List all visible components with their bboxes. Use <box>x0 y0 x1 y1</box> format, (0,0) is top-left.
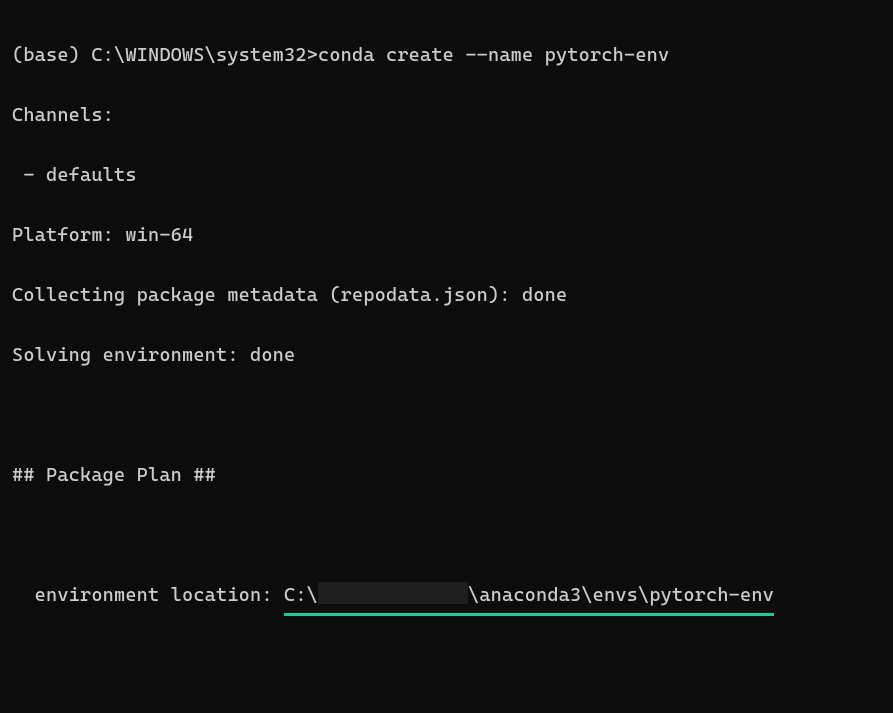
env-location-path: C:\ \anaconda3\envs\pytorch-env <box>284 580 774 610</box>
env-location-line: environment location: C:\ \anaconda3\envs… <box>12 580 881 610</box>
blank-line <box>12 520 881 550</box>
package-plan-header: ## Package Plan ## <box>12 460 881 490</box>
platform-line: Platform: win-64 <box>12 220 881 250</box>
command-text: conda create --name pytorch-env <box>318 44 669 66</box>
env-path-after: \anaconda3\envs\pytorch-env <box>468 584 774 606</box>
channels-item: - defaults <box>12 160 881 190</box>
blank-line <box>12 400 881 430</box>
highlight-underline <box>284 613 774 616</box>
env-location-label: environment location: <box>12 584 284 606</box>
terminal-output[interactable]: (base) C:\WINDOWS\system32>conda create … <box>0 0 893 713</box>
solving-line: Solving environment: done <box>12 340 881 370</box>
env-path-before: C:\ <box>284 584 318 606</box>
channels-header: Channels: <box>12 100 881 130</box>
blank-line <box>12 640 881 670</box>
prompt-prefix: (base) C:\WINDOWS\system32> <box>12 44 318 66</box>
blank-line <box>12 700 881 713</box>
collecting-line: Collecting package metadata (repodata.js… <box>12 280 881 310</box>
prompt-line: (base) C:\WINDOWS\system32>conda create … <box>12 40 881 70</box>
redacted-segment <box>318 582 468 604</box>
